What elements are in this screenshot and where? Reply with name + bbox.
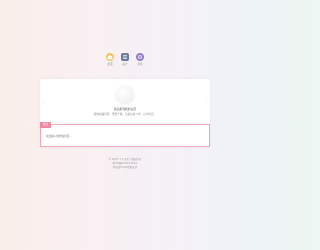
nav-item-about[interactable]: 关于 (118, 53, 132, 66)
chevron-right-icon[interactable]: › (205, 100, 207, 104)
avatar[interactable] (116, 86, 134, 104)
chevron-left-icon[interactable]: ‹ (43, 100, 45, 104)
footer-powered: 本站由XXXX提供支持 (112, 166, 138, 169)
top-nav: 主页 关于 分享 (0, 53, 250, 75)
info-icon (121, 53, 129, 61)
footer: © 2023 个人主页 | 版权所有 粤ICP备XXXXXXXX号 本站由XXX… (0, 158, 250, 170)
card-title: 欢迎来到我的主页 (113, 107, 137, 111)
nav-label-about: 关于 (122, 63, 128, 66)
card-description: 愿你走遍世界，历经千帆，归来仍是少年，心中有光。 (93, 113, 157, 116)
message-tag: 留言 (40, 122, 52, 128)
profile-card: ‹ › 欢迎来到我的主页 愿你走遍世界，历经千帆，归来仍是少年，心中有光。 留言… (40, 79, 210, 147)
message-text: 在此输入你想说的话... (46, 135, 72, 138)
share-icon (136, 53, 144, 61)
nav-item-share[interactable]: 分享 (133, 53, 147, 66)
nav-item-home[interactable]: 主页 (103, 53, 117, 66)
message-input[interactable]: 留言 在此输入你想说的话... (40, 122, 210, 147)
nav-label-home: 主页 (107, 63, 113, 66)
nav-label-share: 分享 (137, 63, 143, 66)
home-icon (106, 53, 114, 61)
